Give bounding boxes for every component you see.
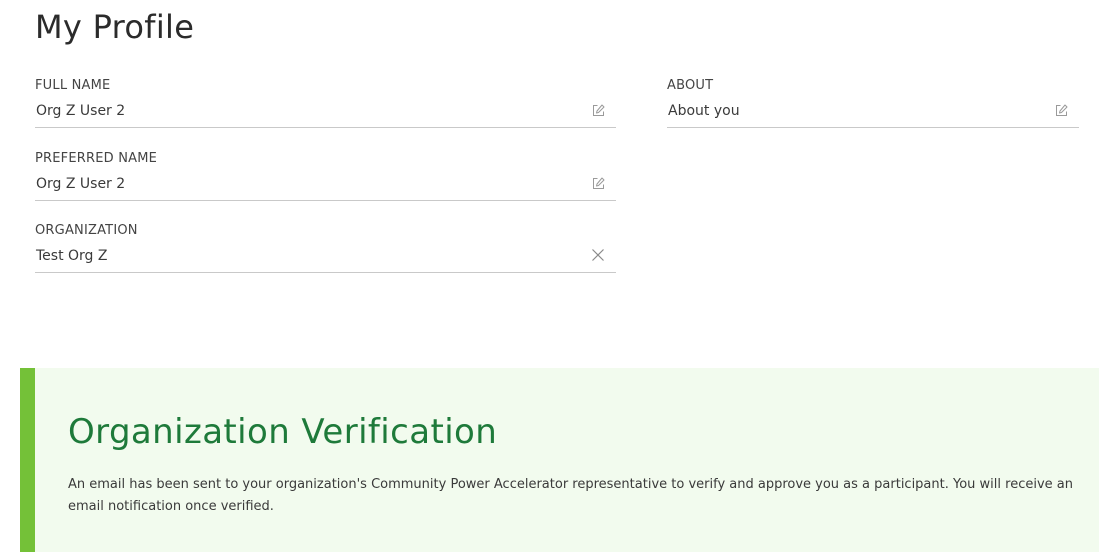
verification-message: An email has been sent to your organizat… xyxy=(68,477,1073,514)
about-value: About you xyxy=(668,103,740,119)
organization-input[interactable]: Test Org Z xyxy=(35,245,616,273)
edit-icon[interactable] xyxy=(1053,102,1069,118)
page-title: My Profile xyxy=(35,8,195,46)
about-label: ABOUT xyxy=(667,78,714,93)
full-name-label: FULL NAME xyxy=(35,78,111,93)
organization-label: ORGANIZATION xyxy=(35,223,138,238)
verification-title: Organization Verification xyxy=(68,412,498,452)
preferred-name-value: Org Z User 2 xyxy=(36,176,126,192)
edit-icon[interactable] xyxy=(590,175,606,191)
full-name-value: Org Z User 2 xyxy=(36,103,126,119)
edit-icon[interactable] xyxy=(590,102,606,118)
organization-field: ORGANIZATION Test Org Z xyxy=(35,223,616,273)
profile-page: My Profile FULL NAME Org Z User 2 PREFER… xyxy=(0,0,1099,552)
preferred-name-label: PREFERRED NAME xyxy=(35,151,158,166)
close-icon[interactable] xyxy=(590,247,606,263)
preferred-name-input[interactable]: Org Z User 2 xyxy=(35,173,616,201)
organization-verification-panel: Organization Verification An email has b… xyxy=(20,368,1099,552)
about-field: ABOUT About you xyxy=(667,78,1079,128)
full-name-input[interactable]: Org Z User 2 xyxy=(35,100,616,128)
organization-value: Test Org Z xyxy=(36,248,108,264)
preferred-name-field: PREFERRED NAME Org Z User 2 xyxy=(35,151,616,201)
full-name-field: FULL NAME Org Z User 2 xyxy=(35,78,616,128)
about-input[interactable]: About you xyxy=(667,100,1079,128)
